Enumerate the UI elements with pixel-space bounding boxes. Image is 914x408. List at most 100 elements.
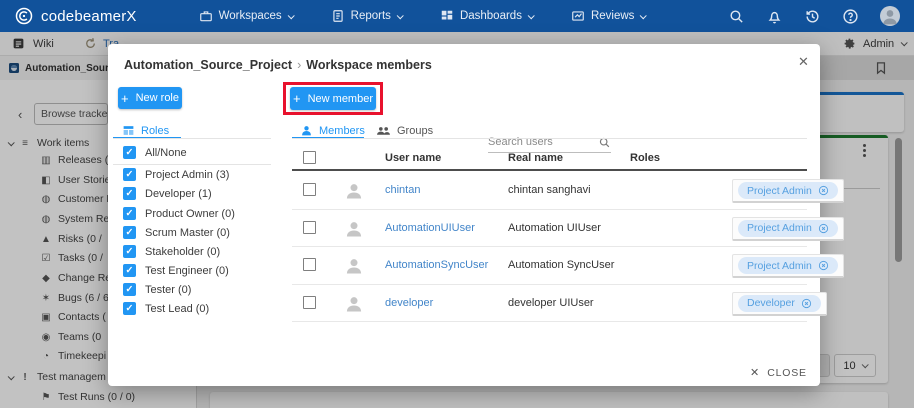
tab-roles-label: Roles	[141, 125, 169, 137]
new-role-button[interactable]: + New role	[118, 87, 182, 109]
checkbox-checked-icon[interactable]: ✓	[123, 245, 136, 258]
tab-groups-label: Groups	[397, 125, 433, 137]
dashboards-icon	[440, 9, 454, 23]
member-row-automationuiuser: AutomationUIUser Automation UIUser Proje…	[292, 210, 807, 248]
role-chip-label: Project Admin	[747, 222, 812, 234]
close-button-label: CLOSE	[767, 367, 807, 379]
real-name-text: developer UIUser	[508, 297, 594, 309]
role-checkbox-test-engineer[interactable]: ✓ Test Engineer (0)	[123, 264, 229, 277]
dialog-close-icon[interactable]: ✕	[798, 54, 809, 70]
checkbox-checked-icon[interactable]: ✓	[123, 187, 136, 200]
tab-members[interactable]: Members	[300, 124, 365, 137]
checkbox-checked-icon[interactable]: ✓	[123, 264, 136, 277]
member-avatar-icon	[344, 256, 364, 276]
role-checkbox-scrum-master[interactable]: ✓ Scrum Master (0)	[123, 226, 230, 239]
tab-groups[interactable]: Groups	[376, 124, 433, 137]
role-label: Test Engineer (0)	[145, 265, 229, 277]
checkbox-checked-icon[interactable]: ✓	[123, 302, 136, 315]
top-navigation-bar: codebeamerX Workspaces Reports Dashboard…	[0, 0, 914, 32]
column-header-user-name: User name	[385, 152, 441, 164]
dialog-close-button[interactable]: ✕ CLOSE	[750, 366, 807, 379]
role-chip-button[interactable]: Project Admin	[732, 254, 844, 278]
role-label: Developer (1)	[145, 188, 212, 200]
chevron-down-icon	[528, 12, 535, 19]
role-chip-button[interactable]: Developer	[732, 292, 827, 316]
role-checkbox-all-none[interactable]: ✓All/None	[123, 146, 187, 159]
table-header-border	[292, 169, 807, 171]
menu-reports[interactable]: Reports	[331, 9, 402, 23]
member-avatar-icon	[344, 219, 364, 239]
plus-icon: +	[121, 92, 129, 105]
role-checkbox-developer[interactable]: ✓ Developer (1)	[123, 187, 212, 200]
tab-members-label: Members	[319, 125, 365, 137]
workspace-members-dialog: Automation_Source_Project›Workspace memb…	[108, 44, 820, 386]
row-checkbox[interactable]	[303, 258, 316, 271]
search-icon[interactable]	[728, 8, 745, 25]
column-header-roles: Roles	[630, 152, 660, 164]
notifications-bell-icon[interactable]	[766, 8, 783, 25]
remove-role-icon[interactable]	[801, 298, 812, 309]
checkbox-checked-icon[interactable]: ✓	[123, 146, 136, 159]
checkbox-checked-icon[interactable]: ✓	[123, 226, 136, 239]
menu-dashboards-label: Dashboards	[460, 10, 522, 22]
help-icon[interactable]	[842, 8, 859, 25]
user-name-link[interactable]: chintan	[385, 184, 420, 196]
menu-workspaces-label: Workspaces	[219, 10, 282, 22]
row-checkbox[interactable]	[303, 183, 316, 196]
workspaces-icon	[199, 9, 213, 23]
remove-role-icon[interactable]	[818, 223, 829, 234]
role-checkbox-project-admin[interactable]: ✓ Project Admin (3)	[123, 168, 229, 181]
role-label: Project Admin (3)	[145, 169, 229, 181]
menu-workspaces[interactable]: Workspaces	[199, 9, 293, 23]
role-checkbox-tester[interactable]: ✓ Tester (0)	[123, 283, 191, 296]
real-name-text: Automation SyncUser	[508, 259, 614, 271]
annotation-highlight-box	[283, 82, 383, 115]
chevron-down-icon	[397, 12, 404, 19]
reports-icon	[331, 9, 345, 23]
member-avatar-icon	[344, 181, 364, 201]
menu-reviews[interactable]: Reviews	[571, 9, 645, 23]
role-label: Test Lead (0)	[145, 303, 209, 315]
roles-table-icon	[122, 124, 135, 137]
tab-roles[interactable]: Roles	[122, 124, 169, 137]
roles-list-divider	[113, 164, 271, 165]
chevron-down-icon	[287, 12, 294, 19]
search-users-field[interactable]	[488, 132, 611, 153]
role-chip-button[interactable]: Project Admin	[732, 217, 844, 241]
user-name-link[interactable]: developer	[385, 297, 433, 309]
breadcrumb-project[interactable]: Automation_Source_Project	[124, 58, 292, 72]
remove-role-icon[interactable]	[818, 185, 829, 196]
menu-dashboards[interactable]: Dashboards	[440, 9, 533, 23]
role-chip-label: Developer	[747, 297, 795, 309]
select-all-checkbox[interactable]	[303, 151, 316, 164]
row-checkbox[interactable]	[303, 296, 316, 309]
role-checkbox-stakeholder[interactable]: ✓ Stakeholder (0)	[123, 245, 220, 258]
checkbox-checked-icon[interactable]: ✓	[123, 207, 136, 220]
role-label: Scrum Master (0)	[145, 227, 230, 239]
new-role-label: New role	[136, 92, 179, 104]
remove-role-icon[interactable]	[818, 260, 829, 271]
role-chip-label: Project Admin	[747, 185, 812, 197]
history-icon[interactable]	[804, 8, 821, 25]
real-name-text: Automation UIUser	[508, 222, 601, 234]
dialog-title: Workspace members	[306, 58, 432, 72]
role-checkbox-product-owner[interactable]: ✓Product Owner (0)	[123, 207, 235, 220]
checkbox-checked-icon[interactable]: ✓	[123, 168, 136, 181]
user-name-link[interactable]: AutomationUIUser	[385, 222, 475, 234]
brand[interactable]: codebeamerX	[14, 6, 137, 26]
checkbox-checked-icon[interactable]: ✓	[123, 283, 136, 296]
row-checkbox[interactable]	[303, 221, 316, 234]
user-name-link[interactable]: AutomationSyncUser	[385, 259, 488, 271]
real-name-text: chintan sanghavi	[508, 184, 591, 196]
role-chip-button[interactable]: Project Admin	[732, 179, 844, 203]
member-avatar-icon	[344, 294, 364, 314]
user-avatar[interactable]	[880, 6, 900, 26]
role-label: Stakeholder (0)	[145, 246, 220, 258]
role-checkbox-test-lead[interactable]: ✓ Test Lead (0)	[123, 302, 209, 315]
reviews-icon	[571, 9, 585, 23]
role-label: Tester (0)	[145, 284, 191, 296]
roles-panel-divider	[113, 138, 271, 139]
close-x-icon: ✕	[750, 366, 759, 379]
chevron-down-icon	[640, 12, 647, 19]
brand-name: codebeamerX	[41, 8, 137, 25]
